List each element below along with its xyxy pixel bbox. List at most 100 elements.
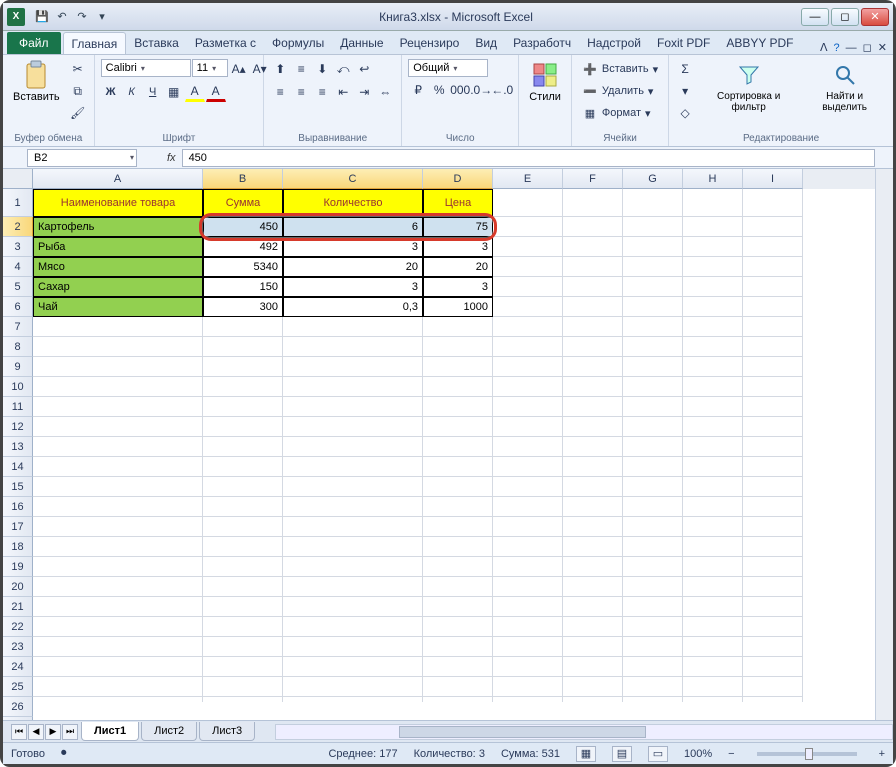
tab-file[interactable]: Файл: [7, 32, 61, 54]
cell-G11[interactable]: [623, 397, 683, 417]
cell-H18[interactable]: [683, 537, 743, 557]
cell-H11[interactable]: [683, 397, 743, 417]
row-header-16[interactable]: 16: [3, 497, 33, 517]
cell-C22[interactable]: [283, 617, 423, 637]
cell-B15[interactable]: [203, 477, 283, 497]
cell-E13[interactable]: [493, 437, 563, 457]
cell-C24[interactable]: [283, 657, 423, 677]
cell-B12[interactable]: [203, 417, 283, 437]
cell-E22[interactable]: [493, 617, 563, 637]
cell-E7[interactable]: [493, 317, 563, 337]
cell-E18[interactable]: [493, 537, 563, 557]
cell-F24[interactable]: [563, 657, 623, 677]
currency-icon[interactable]: ₽: [408, 80, 428, 100]
cell-G25[interactable]: [623, 677, 683, 697]
cell-H17[interactable]: [683, 517, 743, 537]
cell-D1[interactable]: Цена: [423, 189, 493, 217]
cell-C4[interactable]: 20: [283, 257, 423, 277]
cell-B25[interactable]: [203, 677, 283, 697]
cell-E11[interactable]: [493, 397, 563, 417]
cell-H21[interactable]: [683, 597, 743, 617]
cell-D23[interactable]: [423, 637, 493, 657]
cell-G26[interactable]: [623, 697, 683, 702]
format-painter-icon[interactable]: 🖌: [68, 103, 88, 123]
cell-A22[interactable]: [33, 617, 203, 637]
cell-B16[interactable]: [203, 497, 283, 517]
cell-D9[interactable]: [423, 357, 493, 377]
cell-D13[interactable]: [423, 437, 493, 457]
fill-icon[interactable]: ▾: [675, 81, 695, 101]
cell-F20[interactable]: [563, 577, 623, 597]
sort-filter-button[interactable]: Сортировка и фильтр: [699, 59, 798, 115]
cell-H3[interactable]: [683, 237, 743, 257]
help-icon[interactable]: ?: [834, 42, 840, 54]
cell-A13[interactable]: [33, 437, 203, 457]
find-select-button[interactable]: Найти и выделить: [802, 59, 887, 115]
wrap-text-icon[interactable]: ↩: [354, 59, 374, 79]
cell-D4[interactable]: 20: [423, 257, 493, 277]
column-header-C[interactable]: C: [283, 169, 423, 189]
cell-G6[interactable]: [623, 297, 683, 317]
cell-I19[interactable]: [743, 557, 803, 577]
cell-G23[interactable]: [623, 637, 683, 657]
cell-I26[interactable]: [743, 697, 803, 702]
cell-E5[interactable]: [493, 277, 563, 297]
align-bottom-icon[interactable]: ⬇: [312, 59, 332, 79]
cell-I8[interactable]: [743, 337, 803, 357]
cell-A4[interactable]: Мясо: [33, 257, 203, 277]
row-header-25[interactable]: 25: [3, 677, 33, 697]
cell-A6[interactable]: Чай: [33, 297, 203, 317]
row-header-26[interactable]: 26: [3, 697, 33, 717]
cell-B8[interactable]: [203, 337, 283, 357]
cell-C7[interactable]: [283, 317, 423, 337]
cell-D22[interactable]: [423, 617, 493, 637]
cell-F5[interactable]: [563, 277, 623, 297]
cell-A25[interactable]: [33, 677, 203, 697]
row-header-24[interactable]: 24: [3, 657, 33, 677]
row-header-18[interactable]: 18: [3, 537, 33, 557]
row-header-10[interactable]: 10: [3, 377, 33, 397]
number-format-combo[interactable]: Общий▾: [408, 59, 488, 77]
cell-A2[interactable]: Картофель: [33, 217, 203, 237]
row-header-14[interactable]: 14: [3, 457, 33, 477]
cell-D14[interactable]: [423, 457, 493, 477]
cell-D15[interactable]: [423, 477, 493, 497]
cell-H25[interactable]: [683, 677, 743, 697]
cell-D6[interactable]: 1000: [423, 297, 493, 317]
row-header-8[interactable]: 8: [3, 337, 33, 357]
cell-E17[interactable]: [493, 517, 563, 537]
cell-H26[interactable]: [683, 697, 743, 702]
cell-B23[interactable]: [203, 637, 283, 657]
cell-I16[interactable]: [743, 497, 803, 517]
cell-E15[interactable]: [493, 477, 563, 497]
cell-C11[interactable]: [283, 397, 423, 417]
cell-C16[interactable]: [283, 497, 423, 517]
cell-H8[interactable]: [683, 337, 743, 357]
cell-F25[interactable]: [563, 677, 623, 697]
doc-max-icon[interactable]: ◻: [863, 41, 872, 54]
cell-C26[interactable]: [283, 697, 423, 702]
cell-I4[interactable]: [743, 257, 803, 277]
column-header-E[interactable]: E: [493, 169, 563, 189]
doc-close-icon[interactable]: ✕: [878, 41, 887, 54]
cell-B24[interactable]: [203, 657, 283, 677]
cell-I1[interactable]: [743, 189, 803, 217]
cell-H9[interactable]: [683, 357, 743, 377]
cell-I3[interactable]: [743, 237, 803, 257]
fill-color-icon[interactable]: А: [185, 82, 205, 102]
cell-E23[interactable]: [493, 637, 563, 657]
cell-F23[interactable]: [563, 637, 623, 657]
cell-B10[interactable]: [203, 377, 283, 397]
cell-D7[interactable]: [423, 317, 493, 337]
cell-A3[interactable]: Рыба: [33, 237, 203, 257]
align-right-icon[interactable]: ≡: [312, 82, 332, 102]
italic-button[interactable]: К: [122, 82, 142, 102]
cell-C13[interactable]: [283, 437, 423, 457]
macro-record-icon[interactable]: ⏺: [61, 747, 67, 760]
cell-C17[interactable]: [283, 517, 423, 537]
cell-A7[interactable]: [33, 317, 203, 337]
cell-F13[interactable]: [563, 437, 623, 457]
row-header-22[interactable]: 22: [3, 617, 33, 637]
cell-C23[interactable]: [283, 637, 423, 657]
cell-G1[interactable]: [623, 189, 683, 217]
